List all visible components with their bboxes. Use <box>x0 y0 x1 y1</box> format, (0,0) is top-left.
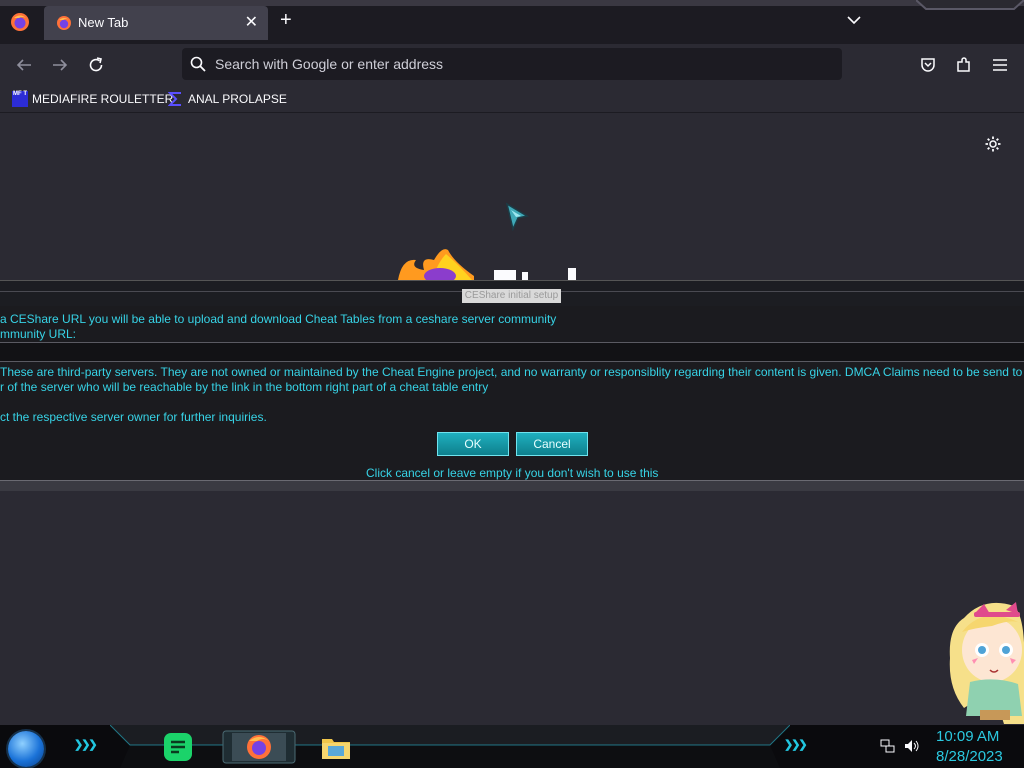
ok-button[interactable]: OK <box>437 432 509 456</box>
cancel-button[interactable]: Cancel <box>516 432 588 456</box>
tab-title: New Tab <box>78 15 129 30</box>
dialog-title-bar[interactable]: CEShare initial setup <box>0 280 1024 307</box>
network-icon[interactable] <box>880 738 896 754</box>
search-icon <box>190 56 206 72</box>
tab-close-icon[interactable]: ✕ <box>245 12 258 32</box>
tab-bar: New Tab ✕ + <box>0 0 1024 44</box>
new-tab-button[interactable]: + <box>280 10 292 30</box>
dialog-disclaimer-line: ct the respective server owner for furth… <box>0 410 267 424</box>
window-frame-decoration <box>916 0 1024 10</box>
back-arrow-icon[interactable] <box>15 56 33 74</box>
reload-icon[interactable] <box>87 56 105 74</box>
volume-icon[interactable] <box>904 738 920 754</box>
taskbar-frame <box>110 725 790 768</box>
clock-time[interactable]: 10:09 AM <box>936 728 999 745</box>
extensions-icon[interactable] <box>955 56 973 74</box>
file-explorer-icon[interactable] <box>320 731 352 763</box>
anime-character-desktop-widget <box>949 602 1024 724</box>
taskbar <box>0 725 1024 768</box>
dialog-description-line: a CEShare URL you will be able to upload… <box>0 312 557 326</box>
dialog-title: CEShare initial setup <box>462 289 561 303</box>
firefox-favicon-icon <box>57 16 71 30</box>
community-url-input[interactable] <box>0 342 1024 362</box>
community-url-label: mmunity URL: <box>0 327 77 341</box>
bookmark-anal-prolapse[interactable]: ANAL PROLAPSE <box>168 90 287 108</box>
firefox-logo-icon <box>398 249 576 280</box>
bookmarks-toolbar: MF T MEDIAFIRE ROULETTER ANAL PROLAPSE <box>0 86 1024 113</box>
clock-date[interactable]: 8/28/2023 <box>936 748 1003 765</box>
bookmark-label: MEDIAFIRE ROULETTER <box>32 92 174 106</box>
hamburger-menu-icon[interactable] <box>991 56 1009 74</box>
list-all-tabs-icon[interactable] <box>846 12 862 28</box>
address-bar[interactable]: Search with Google or enter address <box>182 48 842 80</box>
dialog-disclaimer-line: r of the server who will be reachable by… <box>0 380 489 394</box>
address-bar-placeholder: Search with Google or enter address <box>215 56 444 72</box>
taskbar-chevron-decoration: ❯❯❯ <box>74 739 98 751</box>
notes-app-icon[interactable] <box>162 731 194 763</box>
dialog-footer-hint: Click cancel or leave empty if you don't… <box>366 466 659 480</box>
pocket-icon[interactable] <box>919 56 937 74</box>
bookmark-mediafire-rouletter[interactable]: MF T MEDIAFIRE ROULETTER <box>12 90 173 108</box>
dialog-bottom-border <box>0 480 1024 491</box>
tab-new-tab[interactable]: New Tab ✕ <box>44 6 268 40</box>
firefox-taskbar-button[interactable] <box>222 730 296 764</box>
firefox-menu-icon[interactable] <box>10 12 30 32</box>
bookmark-favicon-icon: MF T <box>12 91 28 107</box>
bookmark-sigma-icon <box>168 92 181 106</box>
gear-icon[interactable] <box>984 135 1002 153</box>
mouse-cursor-icon <box>505 202 529 232</box>
bookmark-label: ANAL PROLAPSE <box>188 92 287 106</box>
start-button[interactable] <box>8 731 44 767</box>
dialog-disclaimer-line: These are third-party servers. They are … <box>0 365 1024 379</box>
taskbar-chevron-decoration: ❯❯❯ <box>784 739 808 751</box>
forward-arrow-icon[interactable] <box>51 56 69 74</box>
